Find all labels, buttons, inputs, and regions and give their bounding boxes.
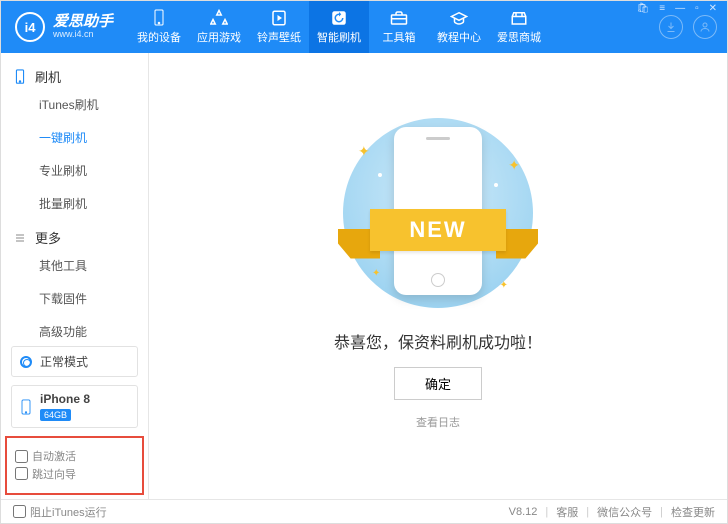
mode-icon bbox=[20, 356, 32, 368]
tab-ring[interactable]: 铃声壁纸 bbox=[249, 1, 309, 53]
sidebar-item-adv[interactable]: 高级功能 bbox=[1, 315, 148, 338]
sidebar-item-other[interactable]: 其他工具 bbox=[1, 249, 148, 282]
toolbox-icon bbox=[390, 9, 408, 27]
footer: 阻止iTunes运行 V8.12 | 客服 | 微信公众号 | 检查更新 bbox=[1, 499, 727, 523]
tab-device[interactable]: 我的设备 bbox=[129, 1, 189, 53]
wechat-link[interactable]: 微信公众号 bbox=[597, 504, 652, 520]
sidebar-item-pro[interactable]: 专业刷机 bbox=[1, 154, 148, 187]
ok-button[interactable]: 确定 bbox=[394, 367, 482, 400]
version-label: V8.12 bbox=[509, 506, 538, 518]
header: 🛍 ≡ — ▫ ✕ i4 爱思助手 www.i4.cn 我的设备应用游戏铃声壁纸… bbox=[1, 1, 727, 53]
skip-guide-checkbox[interactable]: 跳过向导 bbox=[15, 466, 76, 482]
sidebar-item-batch[interactable]: 批量刷机 bbox=[1, 187, 148, 220]
apps-icon bbox=[210, 9, 228, 27]
device-name: iPhone 8 bbox=[40, 392, 90, 406]
tab-toolbox[interactable]: 工具箱 bbox=[369, 1, 429, 53]
flash-icon bbox=[330, 9, 348, 27]
brand-site: www.i4.cn bbox=[53, 30, 113, 40]
logo[interactable]: i4 爱思助手 www.i4.cn bbox=[1, 1, 129, 53]
success-message: 恭喜您，保资料刷机成功啦！ bbox=[334, 329, 542, 353]
phone-icon bbox=[13, 69, 27, 85]
main-content: NEW ✦✦✦✦ 恭喜您，保资料刷机成功啦！ 确定 查看日志 bbox=[149, 53, 727, 499]
view-log-link[interactable]: 查看日志 bbox=[416, 414, 460, 430]
main-tabs: 我的设备应用游戏铃声壁纸智能刷机工具箱教程中心爱思商城 bbox=[129, 1, 659, 53]
sidebar-item-onekey[interactable]: 一键刷机 bbox=[1, 121, 148, 154]
success-illustration: NEW ✦✦✦✦ bbox=[328, 113, 548, 313]
ribbon-text: NEW bbox=[370, 209, 506, 251]
sidebar-item-fw[interactable]: 下载固件 bbox=[1, 282, 148, 315]
ring-icon bbox=[270, 9, 288, 27]
sidebar-bottom-options: 自动激活 跳过向导 bbox=[5, 436, 144, 495]
tab-apps[interactable]: 应用游戏 bbox=[189, 1, 249, 53]
device-icon bbox=[150, 9, 168, 27]
window-controls: 🛍 ≡ — ▫ ✕ bbox=[635, 3, 719, 14]
support-link[interactable]: 客服 bbox=[556, 504, 578, 520]
device-box[interactable]: iPhone 8 64GB bbox=[11, 385, 138, 428]
logo-icon: i4 bbox=[15, 12, 45, 42]
mode-label: 正常模式 bbox=[40, 353, 88, 370]
cart-icon[interactable]: 🛍 bbox=[635, 3, 652, 14]
menu-icon bbox=[13, 232, 27, 244]
minimize-button[interactable]: — bbox=[673, 3, 687, 14]
brand-name: 爱思助手 bbox=[53, 14, 113, 31]
update-link[interactable]: 检查更新 bbox=[671, 504, 715, 520]
settings-icon[interactable]: ≡ bbox=[657, 3, 667, 14]
sidebar-group-header: 刷机 bbox=[1, 59, 148, 88]
sidebar-group-header: 更多 bbox=[1, 220, 148, 249]
sidebar: 刷机iTunes刷机一键刷机专业刷机批量刷机更多其他工具下载固件高级功能 正常模… bbox=[1, 53, 149, 499]
download-button[interactable] bbox=[659, 15, 683, 39]
close-button[interactable]: ✕ bbox=[707, 3, 719, 14]
mode-box[interactable]: 正常模式 bbox=[11, 346, 138, 377]
maximize-button[interactable]: ▫ bbox=[693, 3, 701, 14]
tab-tutorial[interactable]: 教程中心 bbox=[429, 1, 489, 53]
tutorial-icon bbox=[450, 9, 468, 27]
sidebar-item-itunes[interactable]: iTunes刷机 bbox=[1, 88, 148, 121]
auto-activate-checkbox[interactable]: 自动激活 bbox=[15, 448, 76, 464]
phone-icon bbox=[20, 399, 32, 415]
user-button[interactable] bbox=[693, 15, 717, 39]
device-capacity-badge: 64GB bbox=[40, 409, 71, 421]
block-itunes-checkbox[interactable]: 阻止iTunes运行 bbox=[13, 504, 107, 520]
tab-flash[interactable]: 智能刷机 bbox=[309, 1, 369, 53]
mall-icon bbox=[510, 9, 528, 27]
tab-mall[interactable]: 爱思商城 bbox=[489, 1, 549, 53]
